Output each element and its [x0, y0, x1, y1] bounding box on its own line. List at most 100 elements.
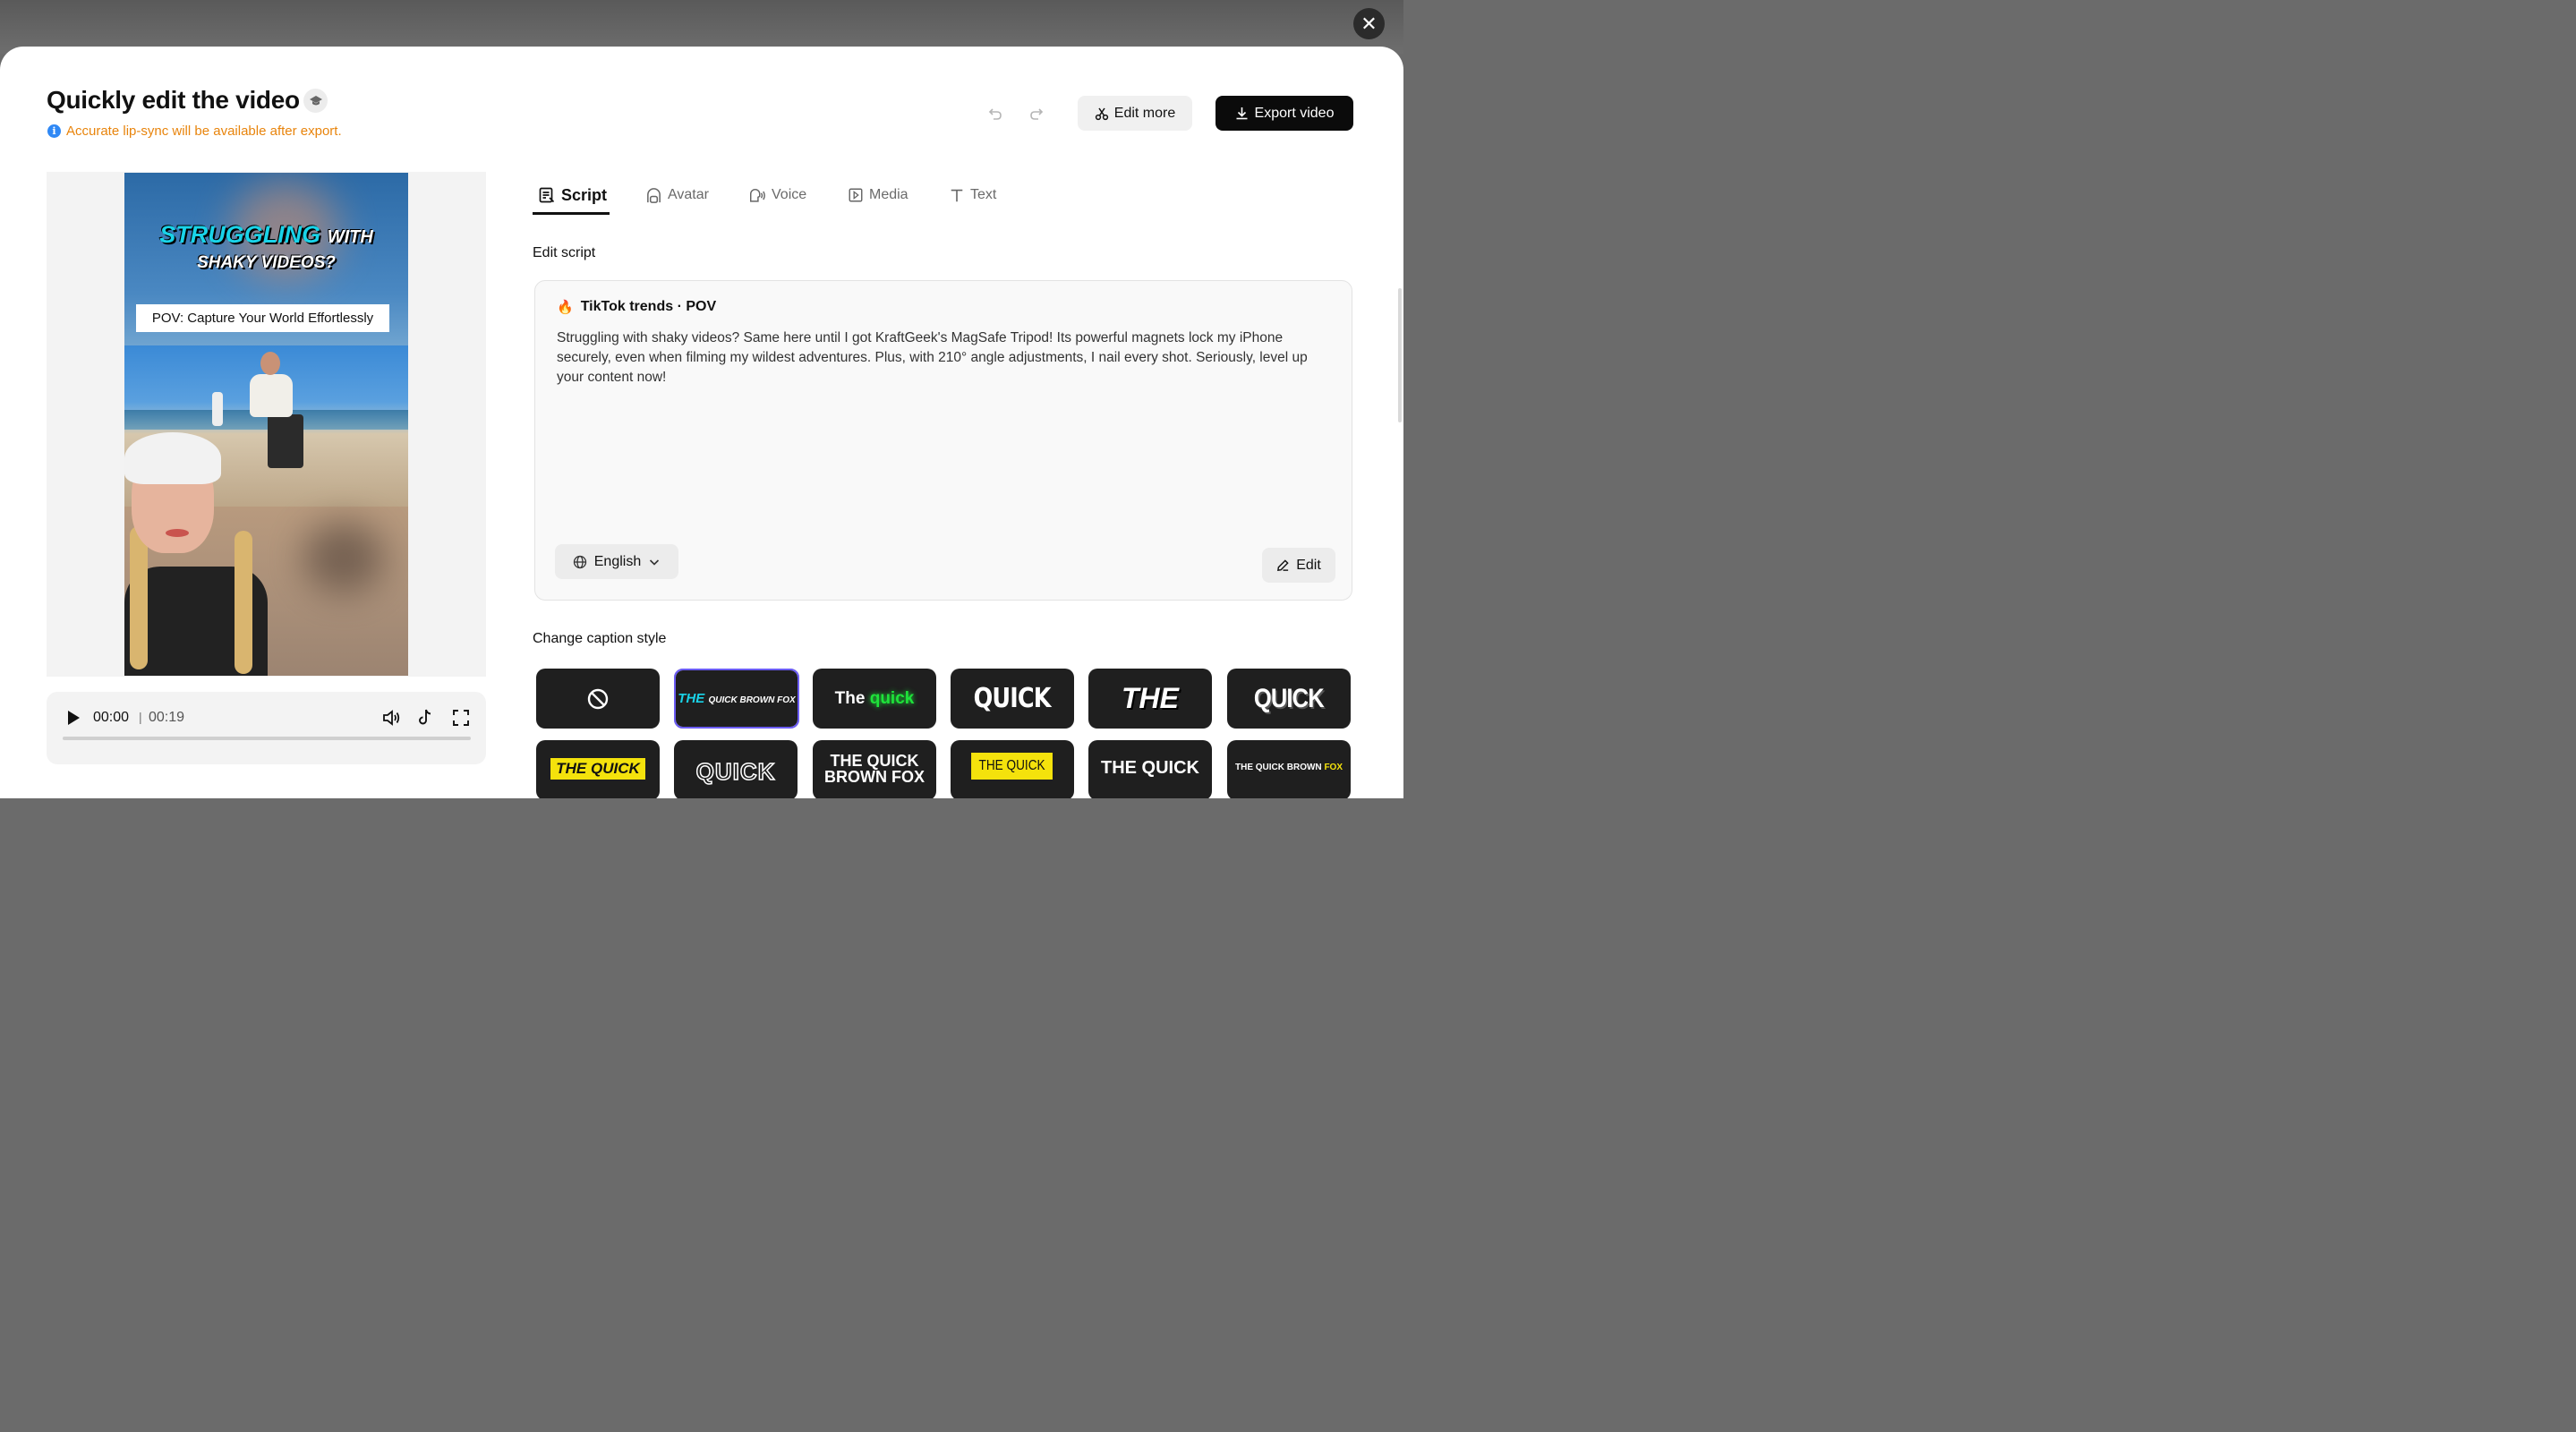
active-tab-indicator [533, 212, 610, 215]
edit-label: Edit [1296, 557, 1321, 573]
caption-style-8-text: QUICK [695, 757, 776, 786]
caption-word-struggling: STRUGGLING [159, 221, 321, 248]
caption-style-6[interactable]: QUICK [1227, 669, 1351, 729]
caption-style-12-rest: THE QUICK BROWN [1234, 763, 1325, 772]
tab-avatar[interactable]: Avatar [645, 179, 709, 211]
language-value: English [593, 553, 642, 569]
graduation-cap-icon [309, 95, 322, 105]
video-preview[interactable]: STRUGGLING WITH SHAKY VIDEOS? POV: Captu… [124, 173, 408, 676]
globe-icon [573, 555, 586, 568]
tab-media[interactable]: Media [848, 179, 908, 211]
man-figure-legs [268, 414, 303, 468]
caption-style-10-text: THE QUICK [971, 753, 1053, 780]
caption-style-11[interactable]: THE QUICK [1088, 740, 1212, 798]
scissors-icon [1095, 107, 1108, 120]
script-template-label: 🔥 TikTok trends · POV [557, 299, 716, 315]
pencil-icon [1277, 559, 1289, 571]
chevron-down-icon [650, 558, 660, 566]
notice-text: Accurate lip-sync will be available afte… [66, 124, 342, 139]
edit-more-label: Edit more [1113, 105, 1176, 121]
progress-bar[interactable] [63, 737, 471, 740]
caption-style-2-text: THE QUICK BROWN FOX [678, 691, 795, 706]
close-icon: ✕ [1361, 12, 1378, 35]
time-separator: | [139, 710, 142, 724]
player-controls: 00:00 | 00:19 [47, 692, 486, 764]
caption-style-4[interactable]: QUICK [951, 669, 1074, 729]
script-editor: 🔥 TikTok trends · POV Struggling with sh… [534, 280, 1352, 601]
caption-style-5-text: THE [1122, 682, 1179, 714]
caption-style-2[interactable]: THE QUICK BROWN FOX [674, 669, 799, 729]
tab-voice[interactable]: Voice [748, 179, 806, 211]
caption-style-5[interactable]: THE [1088, 669, 1212, 729]
edit-script-title: Edit script [533, 245, 596, 260]
text-icon [951, 189, 963, 202]
tab-text[interactable]: Text [949, 179, 996, 211]
page-title: Quickly edit the video [47, 86, 300, 114]
redo-icon [1030, 108, 1044, 120]
man-figure-shirt [250, 374, 293, 417]
caption-style-12-last: FOX [1324, 763, 1343, 772]
caption-style-7[interactable]: THE QUICK [536, 740, 660, 798]
caption-style-9-text: THE QUICK BROWN FOX [824, 752, 925, 786]
export-label: Export video [1254, 105, 1335, 121]
undo-button[interactable] [985, 103, 1006, 124]
edit-script-button[interactable]: Edit [1262, 548, 1335, 583]
total-time: 00:19 [149, 710, 185, 725]
info-icon: i [47, 124, 61, 138]
caption-style-12[interactable]: THE QUICK BROWN FOX [1227, 740, 1351, 798]
video-caption-line1: STRUGGLING WITH [124, 221, 408, 249]
tutorial-button[interactable] [303, 89, 328, 113]
redo-button[interactable] [1026, 103, 1047, 124]
caption-style-11-text: THE QUICK [1101, 758, 1199, 778]
tiktok-icon[interactable] [414, 707, 436, 729]
avatar-braid-left [130, 526, 148, 669]
fullscreen-icon[interactable] [450, 707, 472, 729]
caption-style-3[interactable]: The quick [813, 669, 936, 729]
caption-style-2-word1: THE [678, 691, 709, 706]
current-time: 00:00 [93, 710, 130, 725]
tab-media-label: Media [869, 187, 908, 202]
tab-script[interactable]: Script [538, 179, 607, 211]
edit-video-modal: Quickly edit the video i Accurate lip-sy… [0, 47, 1403, 798]
script-icon [539, 187, 555, 203]
voice-icon [750, 188, 765, 202]
tab-avatar-label: Avatar [668, 187, 709, 202]
tab-text-label: Text [970, 187, 997, 202]
caption-style-12-text: THE QUICK BROWN FOX [1235, 763, 1343, 772]
scrollbar[interactable] [1398, 288, 1402, 422]
export-video-button[interactable]: Export video [1215, 96, 1353, 131]
caption-style-none[interactable] [536, 669, 660, 729]
avatar-lips [166, 529, 189, 537]
caption-style-10[interactable]: THE QUICK [951, 740, 1074, 798]
edit-more-button[interactable]: Edit more [1078, 96, 1192, 131]
blurred-area-2 [303, 522, 384, 593]
caption-style-title: Change caption style [533, 631, 667, 646]
caption-style-grid: THE QUICK BROWN FOX The quick QUICK THE … [536, 669, 1352, 798]
language-select[interactable]: English [555, 544, 678, 579]
page-backdrop [0, 0, 1403, 54]
volume-icon[interactable] [380, 707, 402, 729]
tab-voice-label: Voice [772, 187, 807, 202]
caption-style-7-text: THE QUICK [550, 758, 645, 780]
tab-script-label: Script [561, 185, 608, 204]
play-icon[interactable] [64, 709, 82, 727]
close-button[interactable]: ✕ [1353, 8, 1385, 39]
lip-sync-notice: i Accurate lip-sync will be available af… [47, 124, 342, 139]
avatar-braid-right [235, 531, 252, 674]
caption-style-6-text: QUICK [1254, 683, 1325, 713]
caption-style-2-rest: QUICK BROWN FOX [708, 695, 796, 705]
media-icon [849, 188, 863, 202]
man-figure-head [260, 352, 280, 375]
download-icon [1236, 107, 1248, 120]
caption-style-9[interactable]: THE QUICK BROWN FOX [813, 740, 936, 798]
no-style-icon [587, 688, 609, 709]
fire-icon: 🔥 [557, 300, 574, 315]
caption-style-3-text: The quick [835, 689, 915, 709]
trend-label: TikTok trends · POV [580, 299, 717, 314]
background-person [212, 392, 223, 426]
avatar-bandana [124, 432, 221, 484]
avatar-icon [647, 187, 661, 203]
caption-style-8[interactable]: QUICK [674, 740, 798, 798]
script-body[interactable]: Struggling with shaky videos? Same here … [557, 328, 1326, 388]
video-caption-line2: SHAKY VIDEOS? [197, 253, 336, 272]
